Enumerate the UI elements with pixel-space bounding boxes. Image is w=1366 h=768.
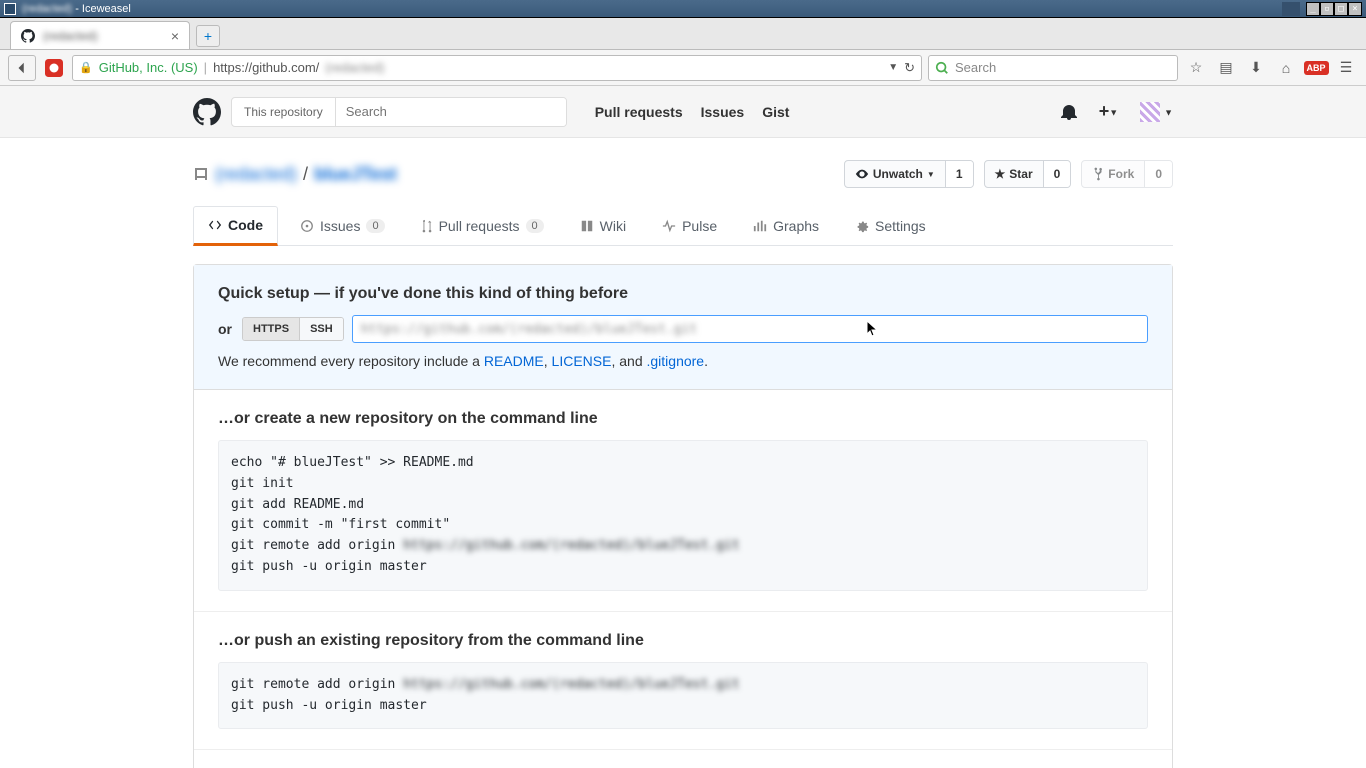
maximize-button[interactable]: □ xyxy=(1334,2,1348,16)
search-engine-icon xyxy=(935,61,949,75)
license-link[interactable]: LICENSE xyxy=(552,353,612,369)
github-search-input[interactable] xyxy=(336,98,566,126)
github-favicon-icon xyxy=(21,29,35,43)
downloads-icon[interactable]: ⬇ xyxy=(1244,56,1268,80)
restore-button[interactable]: ▫ xyxy=(1320,2,1334,16)
tab-graphs[interactable]: Graphs xyxy=(739,206,833,245)
create-repo-heading: …or create a new repository on the comma… xyxy=(218,410,1148,428)
lock-icon: 🔒 xyxy=(79,61,93,74)
github-search[interactable]: This repository xyxy=(231,97,567,127)
repo-owner-link[interactable]: (redacted) xyxy=(215,164,297,185)
minimize-button[interactable]: _ xyxy=(1306,2,1320,16)
gitignore-link[interactable]: .gitignore xyxy=(647,353,705,369)
nav-pull-requests[interactable]: Pull requests xyxy=(595,104,683,120)
reload-button[interactable]: ↻ xyxy=(904,60,915,76)
tab-pulse[interactable]: Pulse xyxy=(648,206,731,245)
star-button[interactable]: ★Star 0 xyxy=(984,160,1072,188)
quick-setup-box: Quick setup — if you've done this kind o… xyxy=(194,265,1172,390)
push-repo-heading: …or push an existing repository from the… xyxy=(218,632,1148,650)
fork-count[interactable]: 0 xyxy=(1144,161,1172,187)
readme-link[interactable]: README xyxy=(484,353,544,369)
graph-icon xyxy=(753,219,767,233)
tab-pull-requests[interactable]: Pull requests0 xyxy=(407,206,558,245)
pr-icon xyxy=(421,219,433,233)
back-button[interactable] xyxy=(8,55,36,81)
close-window-button[interactable]: × xyxy=(1348,2,1362,16)
ublock-icon[interactable] xyxy=(42,56,66,80)
new-tab-button[interactable]: + xyxy=(196,25,220,47)
notifications-icon[interactable] xyxy=(1061,104,1077,120)
issue-icon xyxy=(300,219,314,233)
create-new-icon[interactable]: +▼ xyxy=(1099,101,1118,122)
page-content: This repository Pull requests Issues Gis… xyxy=(0,86,1366,768)
book-icon xyxy=(580,219,594,233)
bookmark-star-icon[interactable]: ☆ xyxy=(1184,56,1208,80)
star-icon: ★ xyxy=(995,167,1006,181)
code-icon xyxy=(208,218,222,232)
url-host: https://github.com/ xyxy=(213,60,319,75)
repo-icon xyxy=(193,166,209,182)
url-bar[interactable]: 🔒 GitHub, Inc. (US) | https://github.com… xyxy=(72,55,922,81)
browser-tab[interactable]: (redacted) × xyxy=(10,21,190,49)
import-repo-section: …or import code from another repository … xyxy=(194,750,1172,768)
repo-name-link[interactable]: blueJTest xyxy=(314,164,397,185)
github-nav: Pull requests Issues Gist xyxy=(595,104,790,120)
clone-url-field[interactable]: https://github.com/(redacted)/blueJTest.… xyxy=(352,315,1148,343)
tab-title: (redacted) xyxy=(43,29,98,43)
push-repo-section: …or push an existing repository from the… xyxy=(194,612,1172,751)
tab-issues[interactable]: Issues0 xyxy=(286,206,399,245)
create-repo-section: …or create a new repository on the comma… xyxy=(194,390,1172,612)
url-path: (redacted) xyxy=(325,60,384,75)
gear-icon xyxy=(855,219,869,233)
browser-toolbar: 🔒 GitHub, Inc. (US) | https://github.com… xyxy=(0,50,1366,86)
tab-close-button[interactable]: × xyxy=(171,28,179,44)
github-logo-icon[interactable] xyxy=(193,98,221,126)
dropdown-icon[interactable]: ▼ xyxy=(888,62,898,73)
unwatch-button[interactable]: Unwatch▼ 1 xyxy=(844,160,974,188)
avatar-icon[interactable]: ▼ xyxy=(1140,102,1173,122)
https-toggle[interactable]: HTTPS xyxy=(243,318,299,340)
pulse-icon xyxy=(662,219,676,233)
ssh-toggle[interactable]: SSH xyxy=(299,318,343,340)
eye-icon xyxy=(855,167,869,181)
or-label: or xyxy=(218,321,242,337)
browser-search[interactable]: Search xyxy=(928,55,1178,81)
tab-wiki[interactable]: Wiki xyxy=(566,206,640,245)
create-repo-code[interactable]: echo "# blueJTest" >> README.md git init… xyxy=(218,440,1148,591)
watch-count[interactable]: 1 xyxy=(945,161,973,187)
repo-head: (redacted) / blueJTest Unwatch▼ 1 ★Star … xyxy=(193,138,1173,246)
quick-setup-heading: Quick setup — if you've done this kind o… xyxy=(218,285,1148,303)
repo-main: Quick setup — if you've done this kind o… xyxy=(193,264,1173,768)
push-repo-code[interactable]: git remote add origin https://github.com… xyxy=(218,662,1148,730)
window-title: (redacted) - Iceweasel xyxy=(22,3,1282,15)
window-menu-icon[interactable] xyxy=(4,3,16,15)
os-titlebar: (redacted) - Iceweasel _ ▫ □ × xyxy=(0,0,1366,18)
nav-gist[interactable]: Gist xyxy=(762,104,789,120)
abp-icon[interactable]: ABP xyxy=(1304,56,1328,80)
recommend-text: We recommend every repository include a … xyxy=(218,353,1148,369)
search-scope[interactable]: This repository xyxy=(232,98,336,126)
github-header: This repository Pull requests Issues Gis… xyxy=(0,86,1366,138)
library-icon[interactable]: ▤ xyxy=(1214,56,1238,80)
clone-protocol-group: HTTPS SSH xyxy=(242,317,344,341)
titlebar-decoration xyxy=(1282,2,1300,16)
star-count[interactable]: 0 xyxy=(1043,161,1071,187)
tab-settings[interactable]: Settings xyxy=(841,206,940,245)
repo-breadcrumb: (redacted) / blueJTest xyxy=(193,164,397,185)
menu-icon[interactable]: ☰ xyxy=(1334,56,1358,80)
browser-tabbar: (redacted) × + xyxy=(0,18,1366,50)
fork-icon xyxy=(1092,167,1104,181)
search-placeholder: Search xyxy=(955,60,996,75)
fork-button[interactable]: Fork 0 xyxy=(1081,160,1173,188)
repo-tabs: Code Issues0 Pull requests0 Wiki Pulse G… xyxy=(193,206,1173,246)
home-icon[interactable]: ⌂ xyxy=(1274,56,1298,80)
site-identity: GitHub, Inc. (US) xyxy=(99,60,198,75)
tab-code[interactable]: Code xyxy=(193,206,278,246)
nav-issues[interactable]: Issues xyxy=(701,104,745,120)
